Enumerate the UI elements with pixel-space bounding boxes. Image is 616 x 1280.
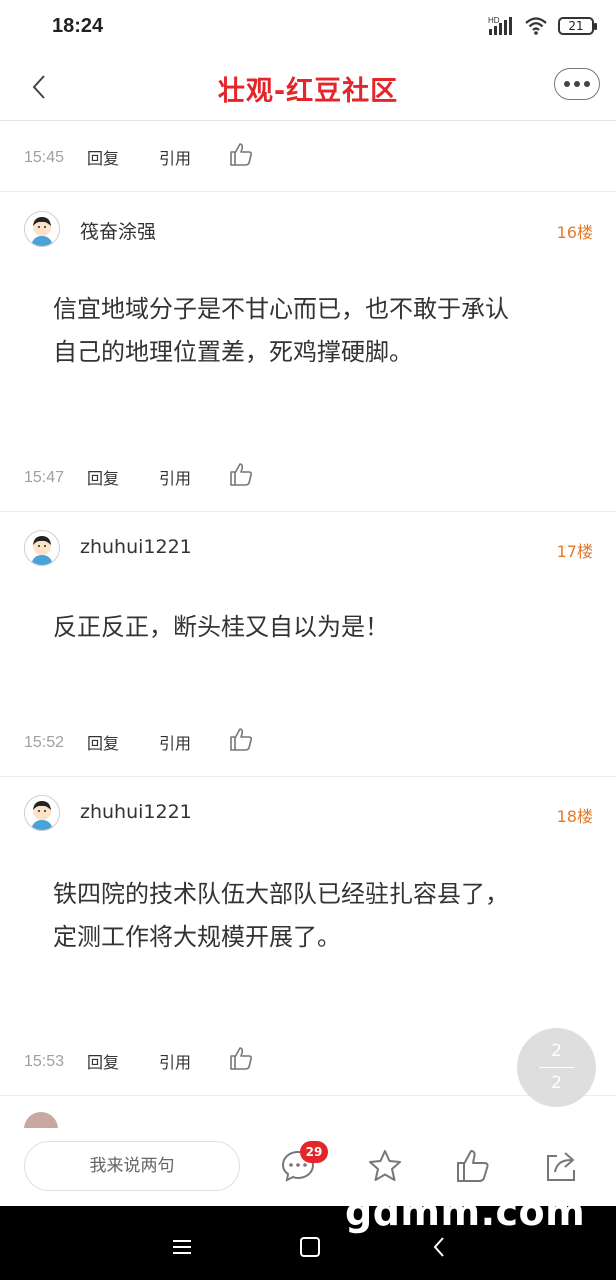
post-time: 15:47 (24, 469, 65, 486)
reply-button[interactable]: 回复 (87, 465, 119, 489)
post-body: 铁四院的技术队伍大部队已经驻扎容县了， 定测工作将大规模开展了。 (53, 873, 583, 959)
floor-number: 17楼 (556, 542, 593, 561)
post-time: 15:53 (24, 1053, 65, 1070)
avatar[interactable] (24, 1112, 58, 1128)
post-item: zhuhui1221 17楼 反正反正，断头桂又自以为是！ 15:52 回复 引… (0, 512, 616, 776)
watermark: gdmm.com (345, 1190, 586, 1234)
battery-icon: 21 (558, 17, 597, 35)
system-nav-bar: gdmm.com (0, 1190, 616, 1280)
avatar[interactable] (24, 211, 60, 247)
status-bar: 18:24 HD 21 (0, 0, 616, 56)
status-time: 18:24 (52, 15, 104, 37)
avatar[interactable] (24, 795, 60, 831)
post-actions: 15:47 回复 引用 (0, 441, 616, 501)
page-indicator[interactable]: 2 2 (517, 1028, 596, 1107)
recent-apps-icon[interactable] (173, 1240, 191, 1254)
more-menu-button[interactable] (554, 68, 600, 100)
floor-number: 18楼 (556, 807, 593, 826)
post-line: 信宜地域分子是不甘心而已，也不敢于承认 (53, 295, 509, 323)
next-post-peek (0, 1096, 616, 1128)
reply-button[interactable]: 回复 (87, 145, 119, 169)
post-line: 铁四院的技术队伍大部队已经驻扎容县了， (53, 880, 509, 908)
post-actions: 15:52 回复 引用 (0, 706, 616, 766)
quote-button[interactable]: 引用 (159, 145, 191, 169)
status-icons: HD 21 (488, 16, 597, 36)
more-dot-icon (584, 81, 590, 87)
avatar-boy-icon (25, 531, 59, 565)
post-actions: 15:45 回复 引用 (0, 121, 616, 181)
quote-button[interactable]: 引用 (159, 1049, 191, 1073)
post-time: 15:52 (24, 734, 65, 751)
reply-button[interactable]: 回复 (87, 730, 119, 754)
thread-content: 15:45 回复 引用 筏奋涂强 16楼 信宜地域分子是不甘心而已，也不敢于承认… (0, 121, 616, 1127)
avatar[interactable] (24, 530, 60, 566)
quote-button[interactable]: 引用 (159, 730, 191, 754)
thumbs-up-icon[interactable] (455, 1148, 491, 1184)
current-page: 2 (551, 1041, 562, 1061)
wifi-icon (525, 17, 547, 35)
pager-divider (539, 1067, 574, 1068)
total-pages: 2 (551, 1073, 562, 1093)
thumbs-up-icon[interactable] (228, 1045, 254, 1071)
more-dot-icon (574, 81, 580, 87)
username[interactable]: 筏奋涂强 (80, 217, 156, 244)
more-dot-icon (564, 81, 570, 87)
thumbs-up-icon[interactable] (228, 726, 254, 752)
star-icon[interactable] (367, 1148, 403, 1184)
system-back-icon[interactable] (432, 1236, 446, 1258)
thumbs-up-icon[interactable] (228, 461, 254, 487)
post-line: 定测工作将大规模开展了。 (53, 923, 341, 951)
username[interactable]: zhuhui1221 (80, 536, 192, 558)
share-icon[interactable] (543, 1148, 579, 1184)
post-line: 反正反正，断头桂又自以为是！ (53, 613, 389, 641)
post-body: 反正反正，断头桂又自以为是！ (53, 606, 583, 649)
floor-number: 16楼 (556, 223, 593, 242)
avatar-boy-icon (25, 212, 59, 246)
avatar-boy-icon (25, 796, 59, 830)
svg-text:HD: HD (488, 16, 500, 25)
thumbs-up-icon[interactable] (228, 141, 254, 167)
home-icon[interactable] (300, 1237, 320, 1257)
post-line: 自己的地理位置差，死鸡撑硬脚。 (53, 338, 413, 366)
quote-button[interactable]: 引用 (159, 465, 191, 489)
post-item: 筏奋涂强 16楼 信宜地域分子是不甘心而已，也不敢于承认 自己的地理位置差，死鸡… (0, 193, 616, 511)
page-title: 壮观-红豆社区 (217, 76, 399, 107)
reply-button[interactable]: 回复 (87, 1049, 119, 1073)
post-time: 15:45 (24, 149, 65, 166)
signal-icon: HD (488, 16, 512, 35)
comment-count-badge: 29 (300, 1141, 328, 1163)
nav-bar: 壮观-红豆社区 (0, 56, 616, 121)
comment-input[interactable]: 我来说两句 (24, 1141, 240, 1191)
username[interactable]: zhuhui1221 (80, 801, 192, 823)
post-body: 信宜地域分子是不甘心而已，也不敢于承认 自己的地理位置差，死鸡撑硬脚。 (53, 288, 583, 374)
divider (0, 191, 616, 192)
